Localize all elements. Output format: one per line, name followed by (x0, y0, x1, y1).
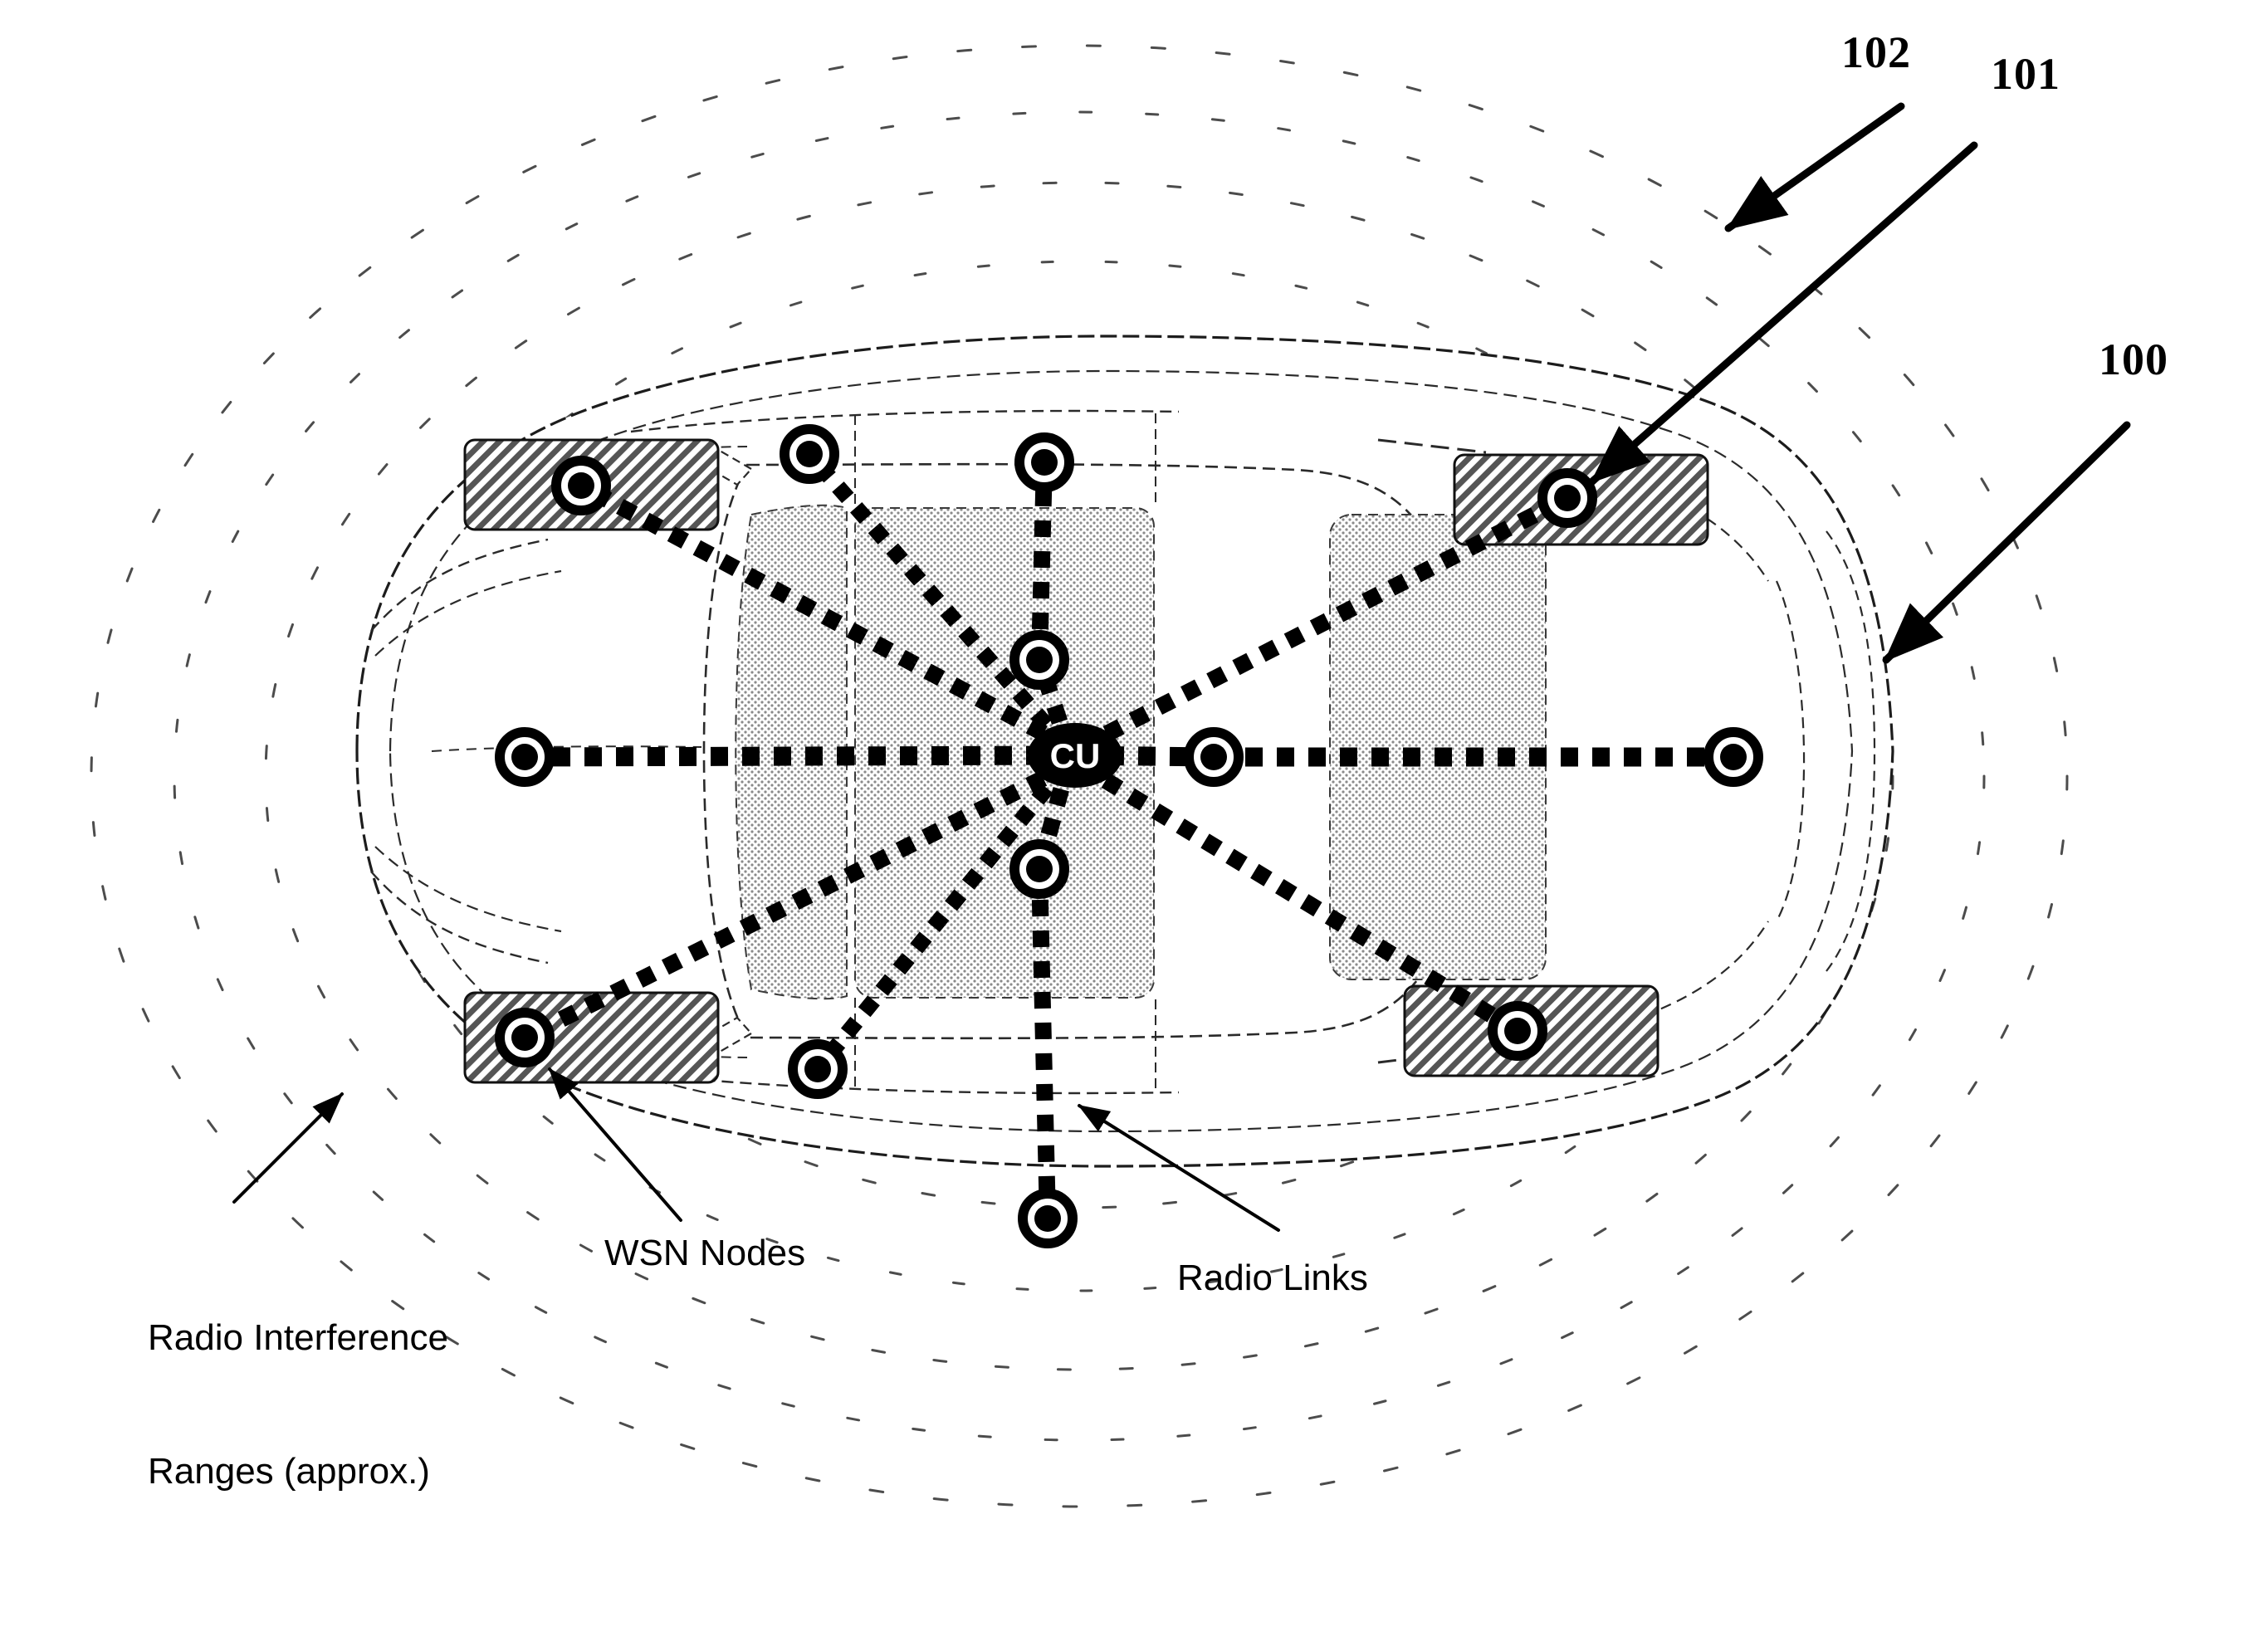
wsn-node-below-cu[interactable] (1009, 839, 1069, 899)
wsn-node-left-side[interactable] (495, 727, 555, 787)
legend-wsn-nodes: WSN Nodes (604, 1233, 806, 1273)
wsn-node-bottom-outer[interactable] (1018, 1189, 1078, 1248)
wsn-node-rear-left-tire[interactable] (495, 1008, 555, 1067)
wsn-node-right-inner[interactable] (1184, 727, 1244, 787)
wsn-node-front-left-tire[interactable] (551, 456, 611, 515)
leader-101 (1588, 141, 1978, 486)
callout-number-101: 101 (1991, 49, 2060, 99)
wsn-node-rear-right-tire[interactable] (1488, 1001, 1547, 1061)
wsn-node-right-side[interactable] (1703, 727, 1763, 787)
legend-radio-interference-ranges: Radio Interference Ranges (approx.) (148, 1227, 448, 1583)
wsn-node-front-right-tire[interactable] (1537, 468, 1597, 528)
rear-window (1329, 514, 1547, 980)
callout-number-102: 102 (1841, 27, 1911, 77)
leader-interference-ranges (232, 1092, 344, 1204)
legend-radio-links: Radio Links (1177, 1258, 1368, 1298)
patent-figure: CU 102 101 100 Radio Interference Ranges… (0, 0, 2268, 1646)
central-unit[interactable] (1028, 723, 1122, 788)
leader-102 (1724, 102, 1905, 232)
callout-number-100: 100 (2099, 335, 2168, 384)
wsn-node-above-cu[interactable] (1009, 630, 1069, 690)
leader-100 (1882, 421, 2131, 664)
legend-interference-line1: Radio Interference (148, 1317, 448, 1359)
wsn-node-front-center-body[interactable] (1014, 432, 1074, 492)
wsn-node-rear-left-body[interactable] (788, 1039, 848, 1099)
wsn-node-front-left-body[interactable] (780, 424, 839, 484)
legend-interference-line2: Ranges (approx.) (148, 1451, 430, 1492)
